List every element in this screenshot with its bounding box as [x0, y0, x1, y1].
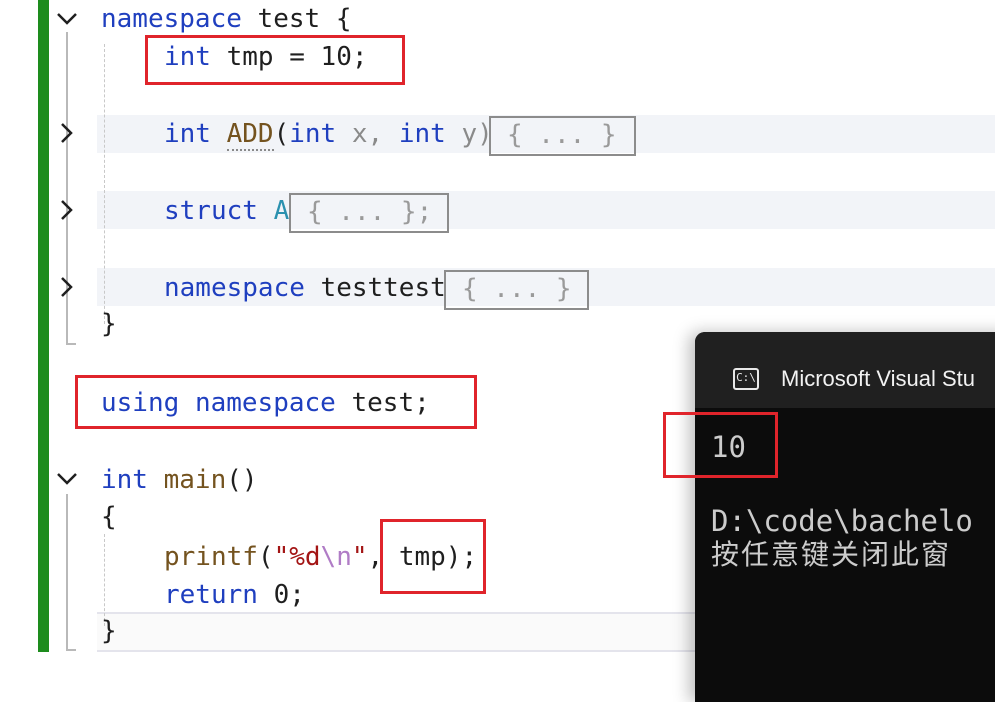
console-title: Microsoft Visual Stu [781, 366, 976, 391]
code-line-close-brace[interactable]: } [101, 612, 117, 650]
terminal-icon: C:\ [733, 368, 759, 390]
keyword: namespace [101, 4, 242, 34]
outline-guide [66, 343, 76, 345]
keyword: return [164, 580, 258, 610]
namespace-name: test [257, 4, 321, 34]
code-line-close-brace[interactable]: } [101, 305, 117, 343]
string-literal: " [351, 542, 368, 572]
brace: { [335, 4, 352, 34]
console-window[interactable]: C:\ Microsoft Visual Stu 10 D:\code\bach… [695, 332, 995, 702]
escape-sequence: \n [320, 542, 352, 572]
code-line-main[interactable]: int main() [101, 461, 258, 499]
chevron-right-icon[interactable] [52, 195, 82, 225]
keyword: struct [164, 196, 258, 226]
brace: } [101, 616, 117, 646]
chevron-down-icon[interactable] [52, 464, 82, 494]
struct-name: A [273, 196, 290, 226]
string-literal: "%d [273, 542, 321, 572]
code-line-open-brace[interactable]: { [101, 498, 117, 536]
chevron-down-icon[interactable] [52, 4, 82, 34]
chevron-right-icon[interactable] [52, 118, 82, 148]
highlight-box-using [75, 375, 477, 429]
code-line-add-function[interactable]: int ADD(int x, int y) [164, 115, 493, 153]
chevron-right-icon[interactable] [52, 272, 82, 302]
outline-guide [66, 649, 76, 651]
collapsed-region[interactable]: { ... } [489, 116, 636, 156]
outline-guide [66, 494, 68, 650]
highlight-box-tmp [145, 35, 405, 85]
console-title-bar[interactable]: C:\ Microsoft Visual Stu [695, 332, 995, 408]
highlight-box-output [663, 412, 778, 478]
console-output-prompt: 按任意键关闭此窗 [711, 538, 952, 571]
function-name: printf [164, 542, 258, 572]
paren: ( [257, 542, 274, 572]
keyword: int [398, 119, 446, 149]
indent-guide [104, 44, 105, 324]
keyword: int [164, 119, 211, 149]
keyword: int [289, 119, 337, 149]
namespace-name: testtest [304, 273, 446, 303]
code-line-return[interactable]: return 0; [164, 576, 305, 614]
paren: () [226, 465, 258, 495]
brace: } [101, 309, 117, 339]
collapsed-region[interactable]: { ... }; [289, 193, 449, 233]
keyword: int [101, 465, 148, 495]
return-value: 0; [257, 580, 305, 610]
code-line-struct[interactable]: struct A [164, 192, 289, 230]
highlight-box-printf-arg [380, 519, 486, 594]
param-x: x, [336, 119, 399, 149]
change-indicator-bar [38, 0, 49, 652]
function-name: main [163, 465, 227, 495]
param-y: y) [445, 119, 493, 149]
brace: { [101, 502, 117, 532]
function-name: ADD [226, 119, 274, 151]
code-line-namespace[interactable]: namespace test { [101, 0, 351, 38]
console-output-path: D:\code\bachelo [711, 504, 973, 538]
code-line-nested-namespace[interactable]: namespace testtest [164, 269, 446, 307]
paren: ( [273, 119, 290, 149]
current-line-highlight [97, 612, 697, 652]
collapsed-region[interactable]: { ... } [444, 270, 589, 310]
keyword: namespace [164, 273, 305, 303]
